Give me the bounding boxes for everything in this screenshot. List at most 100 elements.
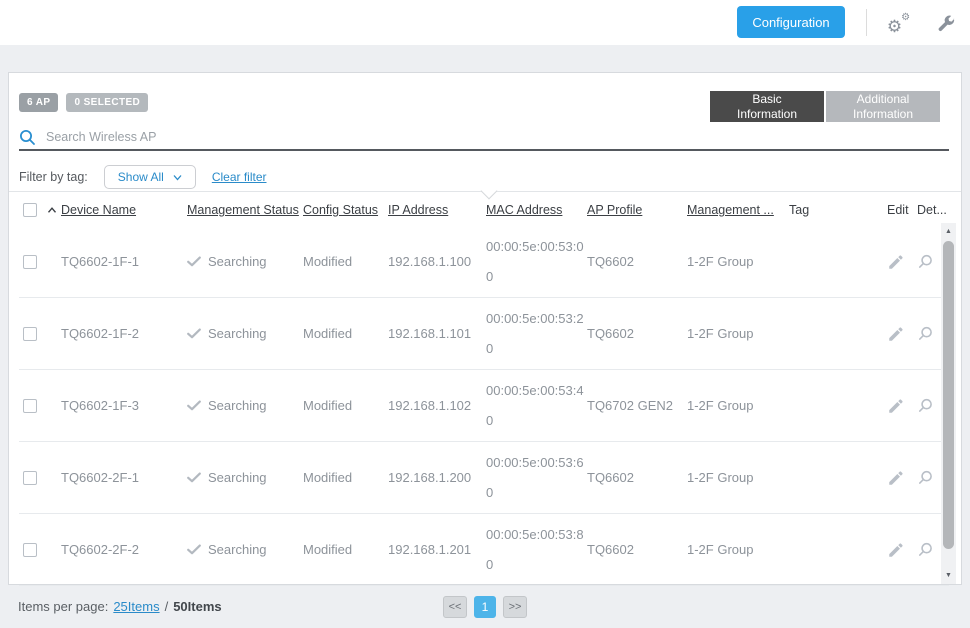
- header-device-name[interactable]: Device Name: [61, 203, 187, 217]
- ap-profile-cell: TQ6602: [587, 542, 687, 557]
- management-group-cell: 1-2F Group: [687, 542, 789, 557]
- items-per-page-label: Items per page:: [18, 599, 108, 614]
- header-ap-profile[interactable]: AP Profile: [587, 203, 687, 217]
- row-checkbox[interactable]: [23, 399, 37, 413]
- header-tag: Tag: [789, 203, 887, 217]
- management-status-cell: Searching: [187, 398, 303, 413]
- device-name-cell: TQ6602-1F-3: [61, 398, 187, 413]
- check-icon: [187, 328, 201, 339]
- management-status-text: Searching: [208, 542, 267, 557]
- device-name-cell: TQ6602-2F-2: [61, 542, 187, 557]
- header-management-group[interactable]: Management ...: [687, 203, 789, 217]
- edit-pencil-icon[interactable]: [887, 397, 917, 415]
- ap-profile-cell: TQ6702 GEN2: [587, 398, 687, 413]
- table-row: TQ6602-1F-2 Searching Modified 192.168.1…: [19, 298, 949, 370]
- pagination-bar: Items per page: 25Items / 50Items << 1 >…: [0, 585, 970, 628]
- config-status-cell: Modified: [303, 326, 388, 341]
- device-name-cell: TQ6602-1F-2: [61, 326, 187, 341]
- mac-address-cell: 00:00:5e:00:53:40: [486, 376, 585, 436]
- ap-count-badge: 6 AP: [19, 93, 58, 112]
- table-body: TQ6602-1F-1 Searching Modified 192.168.1…: [19, 226, 949, 586]
- config-status-cell: Modified: [303, 470, 388, 485]
- header-config-status[interactable]: Config Status: [303, 203, 388, 217]
- items-per-page-separator: /: [165, 599, 169, 614]
- table-header-row: Device Name Management Status Config Sta…: [19, 194, 949, 226]
- row-checkbox[interactable]: [23, 255, 37, 269]
- table-row: TQ6602-1F-3 Searching Modified 192.168.1…: [19, 370, 949, 442]
- next-page-button[interactable]: >>: [503, 596, 527, 618]
- edit-pencil-icon[interactable]: [887, 325, 917, 343]
- management-status-cell: Searching: [187, 326, 303, 341]
- topbar: Configuration ⚙⚙: [0, 0, 970, 45]
- check-icon: [187, 400, 201, 411]
- items-per-page: Items per page: 25Items / 50Items: [18, 599, 222, 614]
- edit-pencil-icon[interactable]: [887, 469, 917, 487]
- select-all-checkbox[interactable]: [23, 203, 37, 217]
- config-status-cell: Modified: [303, 542, 388, 557]
- row-checkbox[interactable]: [23, 471, 37, 485]
- search-input[interactable]: [46, 130, 466, 144]
- search-icon: [19, 129, 36, 146]
- mac-address-cell: 00:00:5e:00:53:00: [486, 232, 585, 292]
- topbar-divider: [866, 9, 867, 36]
- management-status-cell: Searching: [187, 470, 303, 485]
- device-name-cell: TQ6602-1F-1: [61, 254, 187, 269]
- header-mac-address[interactable]: MAC Address: [486, 203, 587, 217]
- previous-page-button[interactable]: <<: [443, 596, 467, 618]
- scrollbar-thumb[interactable]: [943, 241, 954, 549]
- tag-filter-dropdown[interactable]: Show All: [104, 165, 196, 189]
- management-group-cell: 1-2F Group: [687, 470, 789, 485]
- management-status-cell: Searching: [187, 542, 303, 557]
- mac-address-cell: 00:00:5e:00:53:60: [486, 448, 585, 508]
- sort-ascending-icon: [47, 206, 57, 214]
- gear-large-glyph: ⚙: [887, 18, 902, 35]
- selected-count-badge: 0 SELECTED: [66, 93, 148, 112]
- wrench-icon[interactable]: [930, 8, 960, 38]
- edit-pencil-icon[interactable]: [887, 541, 917, 559]
- management-group-cell: 1-2F Group: [687, 254, 789, 269]
- edit-pencil-icon[interactable]: [887, 253, 917, 271]
- mac-address-cell: 00:00:5e:00:53:20: [486, 304, 585, 364]
- header-edit: Edit: [887, 203, 917, 217]
- items-per-page-25-link[interactable]: 25Items: [113, 599, 159, 614]
- tab-basic-information[interactable]: Basic Information: [710, 91, 824, 122]
- info-tabs: Basic Information Additional Information: [710, 91, 940, 122]
- search-bar: [19, 125, 949, 151]
- management-status-cell: Searching: [187, 254, 303, 269]
- check-icon: [187, 256, 201, 267]
- current-page-button[interactable]: 1: [474, 596, 496, 618]
- table-row: TQ6602-2F-2 Searching Modified 192.168.1…: [19, 514, 949, 586]
- pager: << 1 >>: [443, 596, 527, 618]
- gears-icon[interactable]: ⚙⚙: [886, 8, 916, 38]
- ap-profile-cell: TQ6602: [587, 326, 687, 341]
- ip-address-cell: 192.168.1.101: [388, 326, 486, 341]
- screen: Configuration ⚙⚙ 6 AP 0 SELECTED Basic I…: [0, 0, 970, 628]
- management-status-text: Searching: [208, 470, 267, 485]
- tag-filter-value: Show All: [118, 170, 164, 184]
- header-management-status[interactable]: Management Status: [187, 203, 303, 217]
- items-per-page-50-current: 50Items: [173, 599, 221, 614]
- gear-small-glyph: ⚙: [901, 13, 910, 23]
- filter-row: Filter by tag: Show All Clear filter: [19, 165, 267, 189]
- tab-additional-information[interactable]: Additional Information: [826, 91, 940, 122]
- table-row: TQ6602-1F-1 Searching Modified 192.168.1…: [19, 226, 949, 298]
- management-group-cell: 1-2F Group: [687, 398, 789, 413]
- ap-profile-cell: TQ6602: [587, 254, 687, 269]
- config-status-cell: Modified: [303, 254, 388, 269]
- configuration-button[interactable]: Configuration: [737, 6, 845, 38]
- row-checkbox[interactable]: [23, 543, 37, 557]
- ip-address-cell: 192.168.1.102: [388, 398, 486, 413]
- management-status-text: Searching: [208, 326, 267, 341]
- badges: 6 AP 0 SELECTED: [19, 93, 148, 112]
- row-checkbox[interactable]: [23, 327, 37, 341]
- management-status-text: Searching: [208, 398, 267, 413]
- config-status-cell: Modified: [303, 398, 388, 413]
- vertical-scrollbar[interactable]: ▲ ▼: [941, 223, 956, 584]
- table-row: TQ6602-2F-1 Searching Modified 192.168.1…: [19, 442, 949, 514]
- check-icon: [187, 472, 201, 483]
- ip-address-cell: 192.168.1.201: [388, 542, 486, 557]
- scroll-up-icon[interactable]: ▲: [941, 228, 956, 235]
- clear-filter-link[interactable]: Clear filter: [212, 170, 267, 184]
- scroll-down-icon[interactable]: ▼: [941, 572, 956, 579]
- header-ip-address[interactable]: IP Address: [388, 203, 486, 217]
